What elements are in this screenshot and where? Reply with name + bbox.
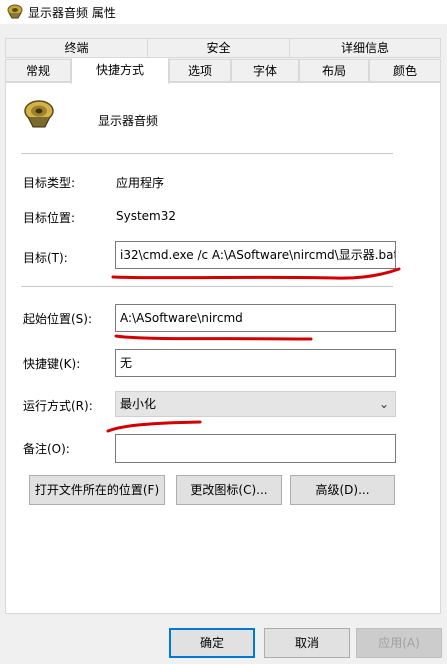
- target-label: 目标(T):: [23, 251, 68, 265]
- tab-layout[interactable]: 布局: [299, 59, 369, 82]
- speaker-icon: [7, 4, 23, 19]
- shortcut-panel: [5, 82, 441, 614]
- open-file-location-button[interactable]: 打开文件所在的位置(F): [29, 475, 165, 505]
- hotkey-label: 快捷键(K):: [23, 357, 81, 371]
- advanced-button[interactable]: 高级(D)...: [290, 475, 395, 505]
- tab-general[interactable]: 常规: [5, 59, 71, 82]
- tab-terminal[interactable]: 终端: [5, 38, 148, 58]
- target-field[interactable]: i32\cmd.exe /c A:\ASoftware\nircmd\显示器.b…: [115, 241, 396, 269]
- start-in-label: 起始位置(S):: [23, 312, 93, 326]
- target-type-value: 应用程序: [116, 176, 165, 190]
- shortcut-name: 显示器音频: [98, 114, 159, 128]
- tab-colors[interactable]: 颜色: [369, 59, 441, 82]
- separator: [21, 153, 393, 154]
- separator: [21, 286, 393, 287]
- tab-details[interactable]: 详细信息: [289, 38, 441, 58]
- run-select[interactable]: 最小化 ⌄: [115, 391, 396, 417]
- tab-shortcut[interactable]: 快捷方式: [71, 57, 169, 84]
- apply-button[interactable]: 应用(A): [356, 628, 442, 658]
- tab-font[interactable]: 字体: [231, 59, 299, 82]
- cancel-button[interactable]: 取消: [264, 628, 350, 658]
- hotkey-field[interactable]: 无: [115, 349, 396, 377]
- tab-security[interactable]: 安全: [147, 38, 290, 58]
- run-select-value: 最小化: [120, 397, 157, 411]
- change-icon-button[interactable]: 更改图标(C)...: [176, 475, 282, 505]
- start-in-field[interactable]: A:\ASoftware\nircmd: [115, 304, 396, 332]
- run-label: 运行方式(R):: [23, 399, 93, 413]
- speaker-icon: [24, 100, 54, 128]
- comment-field[interactable]: [115, 434, 396, 463]
- target-type-label: 目标类型:: [23, 176, 76, 190]
- ok-button[interactable]: 确定: [169, 628, 255, 658]
- target-location-value: System32: [116, 209, 177, 223]
- title-bar: 显示器音频 属性: [0, 0, 447, 24]
- comment-label: 备注(O):: [23, 442, 70, 456]
- window-title: 显示器音频 属性: [28, 6, 116, 20]
- chevron-down-icon: ⌄: [378, 397, 389, 411]
- target-location-label: 目标位置:: [23, 211, 76, 225]
- tab-options[interactable]: 选项: [169, 59, 231, 82]
